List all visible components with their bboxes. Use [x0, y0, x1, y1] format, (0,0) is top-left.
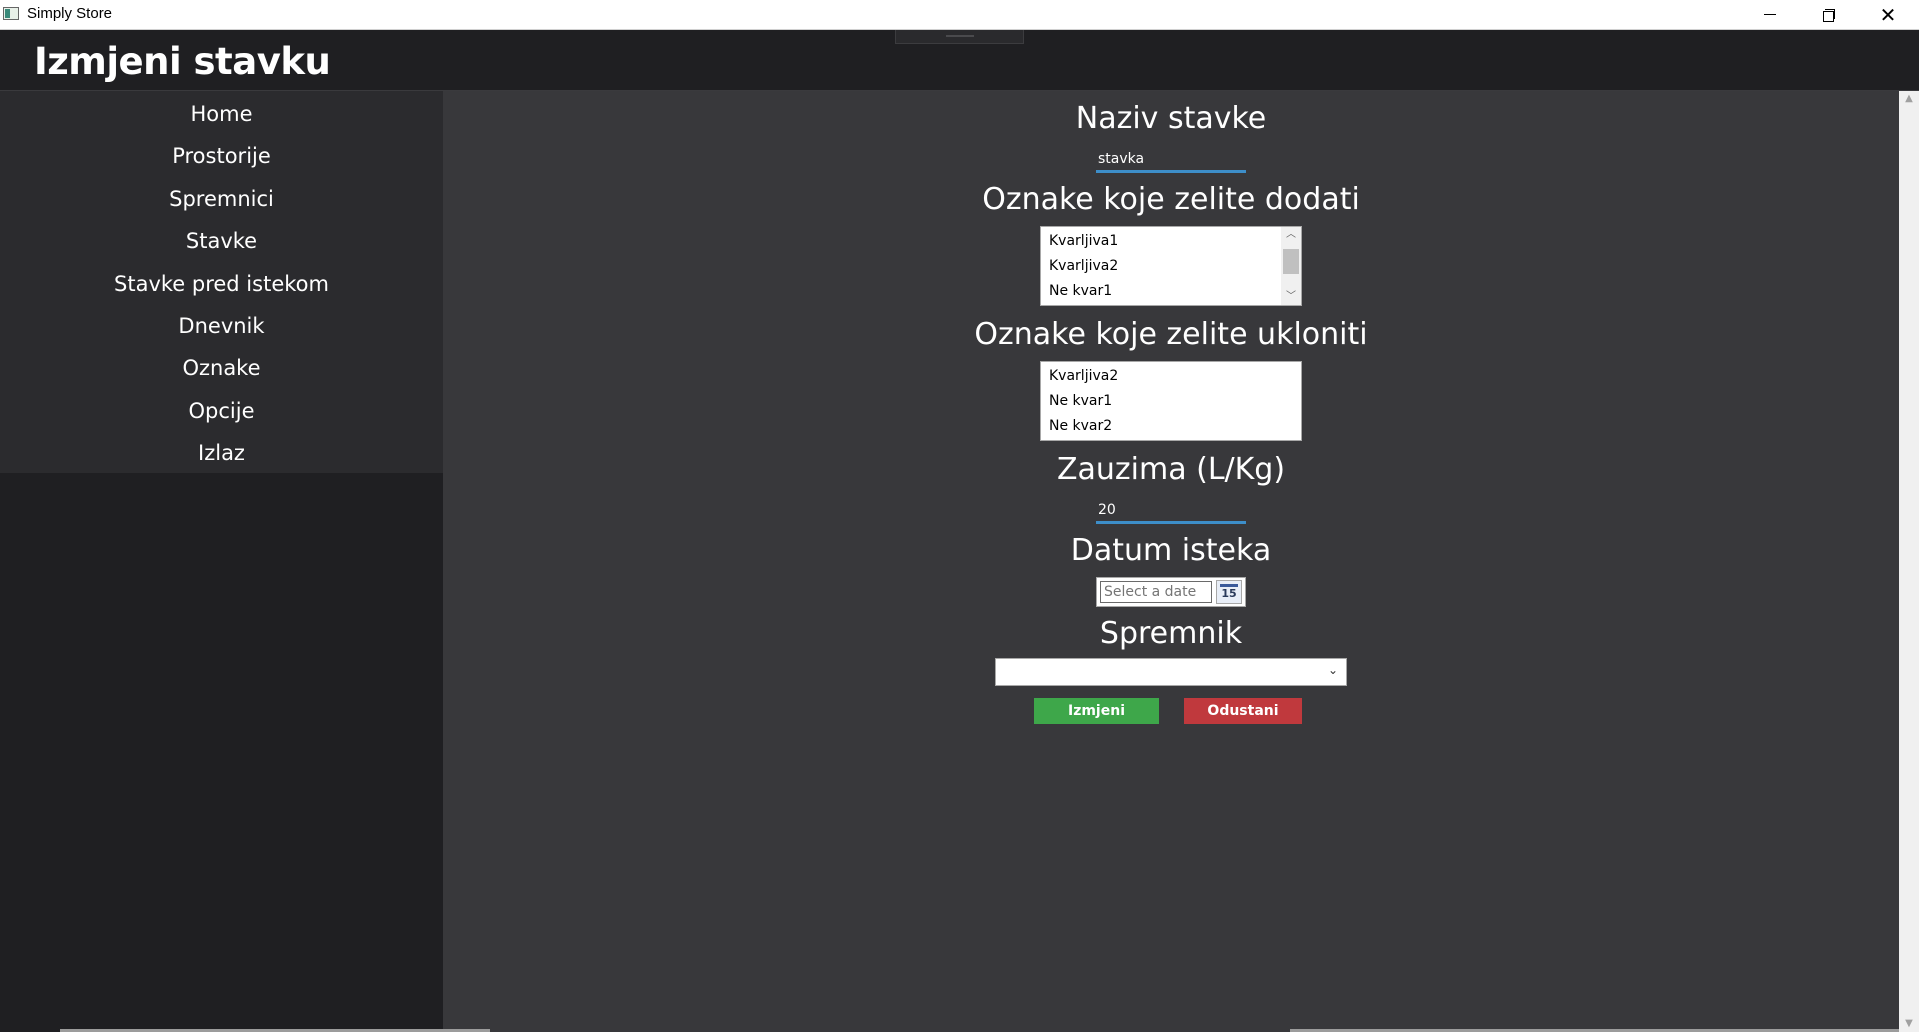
- expiry-datepicker: 15: [1096, 577, 1246, 607]
- volume-label: Zauzima (L/Kg): [1056, 452, 1286, 487]
- minimize-button[interactable]: [1741, 0, 1799, 29]
- sidebar-item-stavke-pred-istekom[interactable]: Stavke pred istekom: [0, 264, 443, 304]
- scroll-up-icon[interactable]: ▲: [1899, 91, 1919, 107]
- sidebar-item-spremnici[interactable]: Spremnici: [0, 179, 443, 219]
- list-item[interactable]: Ne kvar1: [1049, 389, 1112, 414]
- volume-input[interactable]: [1096, 498, 1246, 524]
- main-scrollbar[interactable]: ▲ ▼: [1899, 91, 1919, 1032]
- calendar-day: 15: [1221, 587, 1237, 600]
- container-label: Spremnik: [1099, 616, 1243, 651]
- scroll-thumb[interactable]: [1283, 249, 1299, 274]
- date-input[interactable]: [1100, 581, 1212, 603]
- calendar-icon[interactable]: 15: [1216, 580, 1242, 604]
- scroll-down-icon[interactable]: ▼: [1899, 1016, 1919, 1032]
- chevron-down-icon[interactable]: ﹀: [1281, 289, 1301, 305]
- list-item[interactable]: Ne kvar1: [1049, 279, 1112, 304]
- sidebar-nav: Home Prostorije Spremnici Stavke Stavke …: [0, 91, 443, 473]
- restore-button[interactable]: [1800, 0, 1858, 29]
- sidebar-item-opcije[interactable]: Opcije: [0, 391, 443, 431]
- sidebar-item-dnevnik[interactable]: Dnevnik: [0, 306, 443, 346]
- cancel-button[interactable]: Odustani: [1184, 698, 1302, 724]
- save-button[interactable]: Izmjeni: [1034, 698, 1159, 724]
- sidebar-item-home[interactable]: Home: [0, 94, 443, 134]
- tags-add-label: Oznake koje zelite dodati: [982, 182, 1360, 217]
- page-header: Izmjeni stavku: [0, 30, 1919, 91]
- sidebar-item-stavke[interactable]: Stavke: [0, 221, 443, 261]
- tags-remove-listbox[interactable]: Kvarljiva2 Ne kvar1 Ne kvar2: [1040, 361, 1302, 441]
- close-button[interactable]: ✕: [1859, 0, 1917, 29]
- chevron-up-icon[interactable]: ︿: [1281, 227, 1301, 243]
- minimize-icon: [1764, 14, 1776, 15]
- window-titlebar: Simply Store ✕: [0, 0, 1919, 30]
- app-icon: [3, 7, 19, 20]
- container-select[interactable]: ⌄: [995, 658, 1347, 686]
- list-item[interactable]: Kvarljiva2: [1049, 254, 1118, 279]
- drag-grip-handle[interactable]: [895, 30, 1024, 44]
- sidebar-item-prostorije[interactable]: Prostorije: [0, 136, 443, 176]
- tags-remove-label: Oznake koje zelite ukloniti: [974, 317, 1368, 352]
- list-item[interactable]: Kvarljiva1: [1049, 229, 1118, 254]
- sidebar-item-oznake[interactable]: Oznake: [0, 348, 443, 388]
- name-label: Naziv stavke: [1075, 101, 1267, 136]
- sidebar-empty-area: [0, 473, 443, 1032]
- tags-add-listbox[interactable]: Kvarljiva1 Kvarljiva2 Ne kvar1 ︿ ﹀: [1040, 226, 1302, 306]
- page-title: Izmjeni stavku: [34, 40, 331, 83]
- expiry-label: Datum isteka: [1070, 533, 1272, 568]
- restore-icon: [1823, 8, 1835, 22]
- sidebar-item-izlaz[interactable]: Izlaz: [0, 433, 443, 473]
- tags-add-scrollbar[interactable]: ︿ ﹀: [1281, 227, 1301, 305]
- name-input[interactable]: [1096, 147, 1246, 173]
- window-title: Simply Store: [27, 5, 113, 22]
- close-icon: ✕: [1879, 2, 1897, 27]
- chevron-down-icon: ⌄: [1327, 663, 1338, 677]
- list-item[interactable]: Ne kvar2: [1049, 414, 1112, 439]
- list-item[interactable]: Kvarljiva2: [1049, 364, 1118, 389]
